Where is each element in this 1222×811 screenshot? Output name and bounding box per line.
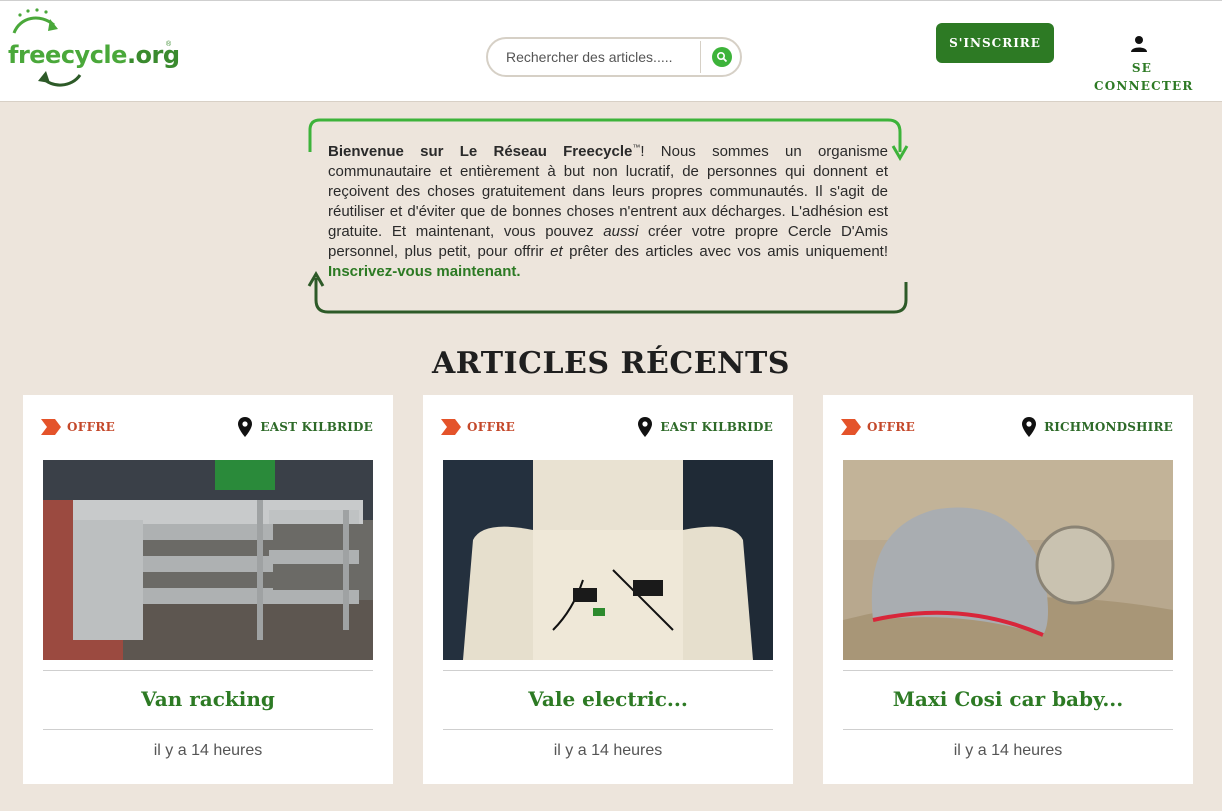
item-title[interactable]: Maxi Cosi car baby... (843, 687, 1173, 711)
search-input[interactable] (492, 43, 700, 71)
signup-now-link[interactable]: Inscrivez-vous maintenant. (328, 263, 521, 280)
search-button[interactable] (712, 47, 732, 67)
login-label: SE CONNECTER (1094, 61, 1194, 93)
item-card[interactable]: OFFRE EAST KILBRIDE Van racking il y a 1… (23, 395, 393, 784)
item-image-maxi-cosi[interactable] (843, 460, 1173, 660)
user-icon (1131, 36, 1147, 52)
card-divider (43, 729, 373, 730)
location-pin-icon (1022, 417, 1037, 437)
item-title[interactable]: Van racking (43, 687, 373, 711)
item-posted-time: il y a 14 heures (553, 742, 663, 759)
card-divider (443, 670, 773, 671)
offer-icon (841, 419, 861, 435)
item-location: EAST KILBRIDE (238, 417, 373, 437)
card-divider (43, 670, 373, 671)
location-pin-icon (238, 417, 253, 437)
logo-registered-mark: ® (166, 41, 172, 48)
item-image-vale-electric[interactable] (443, 460, 773, 660)
signup-button[interactable]: S'INSCRIRE (936, 23, 1054, 63)
card-divider (843, 729, 1173, 730)
card-divider (843, 670, 1173, 671)
site-header: freecycle.org ® S'INSCRIRE SE CONNECTER (0, 0, 1222, 102)
item-location: EAST KILBRIDE (638, 417, 773, 437)
offer-icon (41, 419, 61, 435)
location-pin-icon (638, 417, 653, 437)
search-icon (716, 51, 728, 63)
item-location: RICHMONDSHIRE (1022, 417, 1173, 437)
item-posted-time: il y a 14 heures (953, 742, 1063, 759)
item-posted-time: il y a 14 heures (153, 742, 263, 759)
recent-articles-title: ARTICLES RÉCENTS (432, 346, 790, 381)
logo-wordmark: freecycle.org (8, 41, 180, 69)
item-title[interactable]: Vale electric... (443, 687, 773, 711)
item-card[interactable]: OFFRE EAST KILBRIDE Vale electric... il … (423, 395, 793, 784)
offer-icon (441, 419, 461, 435)
item-card[interactable]: OFFRE RICHMONDSHIRE Maxi Cosi car baby..… (823, 395, 1193, 784)
login-link[interactable]: SE CONNECTER (1094, 35, 1194, 95)
item-image-van-racking[interactable] (43, 460, 373, 660)
card-divider (443, 729, 773, 730)
search-bar (486, 37, 742, 77)
freecycle-logo[interactable]: freecycle.org ® (6, 7, 180, 89)
welcome-message: Bienvenue sur Le Réseau Freecycle™! Nous… (328, 143, 888, 280)
search-divider (700, 41, 701, 73)
